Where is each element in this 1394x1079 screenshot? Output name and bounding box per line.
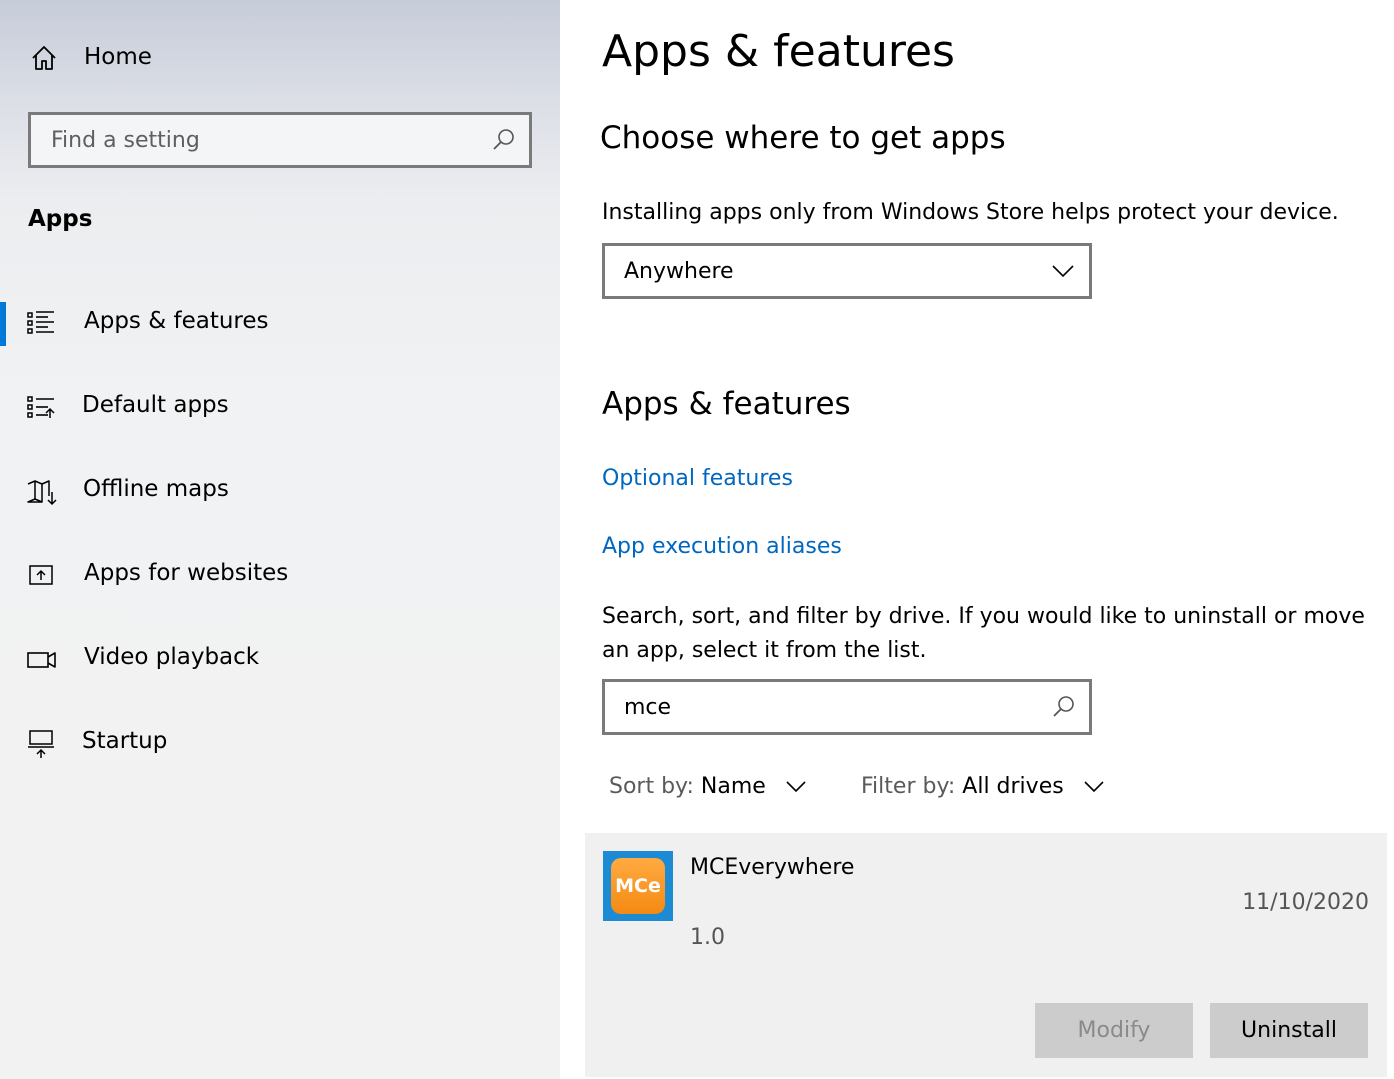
sidebar-item-default-apps[interactable]: Default apps	[0, 378, 560, 438]
selection-indicator	[0, 302, 6, 346]
sidebar-item-label: Default apps	[82, 392, 229, 418]
sort-by-value: Name	[700, 774, 766, 799]
offline-maps-icon	[27, 480, 57, 506]
optional-features-link[interactable]: Optional features	[602, 466, 793, 491]
settings-search-input[interactable]	[31, 115, 529, 165]
choose-where-heading: Choose where to get apps	[600, 120, 1006, 156]
app-icon-text: MCe	[615, 875, 661, 897]
main-content: Apps & features Choose where to get apps…	[560, 0, 1394, 1079]
apps-features-heading: Apps & features	[602, 386, 851, 422]
home-label: Home	[84, 44, 152, 70]
app-list-item[interactable]: MCe MCEverywhere 1.0 11/10/2020 Modify U…	[585, 833, 1387, 1077]
apps-features-icon	[27, 311, 54, 334]
app-version: 1.0	[690, 925, 725, 950]
sidebar-item-label: Startup	[82, 728, 168, 754]
app-list-description: Search, sort, and filter by drive. If yo…	[602, 604, 1365, 663]
sidebar-item-label: Video playback	[84, 644, 260, 670]
startup-icon	[28, 730, 54, 758]
sidebar-item-label: Apps & features	[84, 308, 269, 334]
app-install-date: 11/10/2020	[1242, 890, 1369, 915]
app-source-dropdown[interactable]: Anywhere	[602, 243, 1092, 299]
section-title-apps: Apps	[28, 206, 93, 232]
chevron-down-icon	[1052, 265, 1074, 278]
filter-by-value: All drives	[962, 774, 1064, 799]
sidebar-item-apps-for-websites[interactable]: Apps for websites	[0, 546, 560, 606]
home-icon	[32, 46, 56, 70]
app-search-input[interactable]	[605, 682, 1089, 732]
chevron-down-icon	[786, 781, 806, 793]
search-icon[interactable]	[1051, 694, 1077, 720]
default-apps-icon	[27, 396, 55, 418]
home-nav-item[interactable]: Home	[0, 30, 560, 88]
filter-by-dropdown[interactable]: Filter by: All drives	[861, 774, 1105, 808]
apps-for-websites-icon	[29, 565, 53, 585]
sidebar-item-label: Apps for websites	[84, 560, 289, 586]
app-search-box[interactable]	[602, 679, 1092, 735]
sidebar-item-offline-maps[interactable]: Offline maps	[0, 462, 560, 522]
app-name: MCEverywhere	[690, 855, 855, 880]
mceverywhere-logo: MCe	[611, 858, 665, 914]
modify-button[interactable]: Modify	[1035, 1003, 1193, 1058]
app-execution-aliases-link[interactable]: App execution aliases	[602, 534, 842, 559]
settings-search-box[interactable]	[28, 112, 532, 168]
page-title: Apps & features	[602, 26, 955, 77]
uninstall-button[interactable]: Uninstall	[1210, 1003, 1368, 1058]
sidebar-item-label: Offline maps	[83, 476, 229, 502]
app-icon: MCe	[603, 851, 673, 921]
filter-by-label: Filter by:	[861, 774, 956, 799]
sort-by-dropdown[interactable]: Sort by: Name	[609, 774, 807, 808]
video-playback-icon	[27, 652, 56, 668]
sidebar-item-video-playback[interactable]: Video playback	[0, 630, 560, 690]
search-icon[interactable]	[491, 127, 517, 153]
sidebar: Home Apps Apps & features	[0, 0, 560, 1079]
sort-by-label: Sort by:	[609, 774, 694, 799]
choose-where-description: Installing apps only from Windows Store …	[602, 200, 1339, 225]
sidebar-item-apps-features[interactable]: Apps & features	[0, 294, 560, 354]
chevron-down-icon	[1084, 781, 1104, 793]
sidebar-item-startup[interactable]: Startup	[0, 714, 560, 774]
app-source-value: Anywhere	[624, 259, 734, 284]
